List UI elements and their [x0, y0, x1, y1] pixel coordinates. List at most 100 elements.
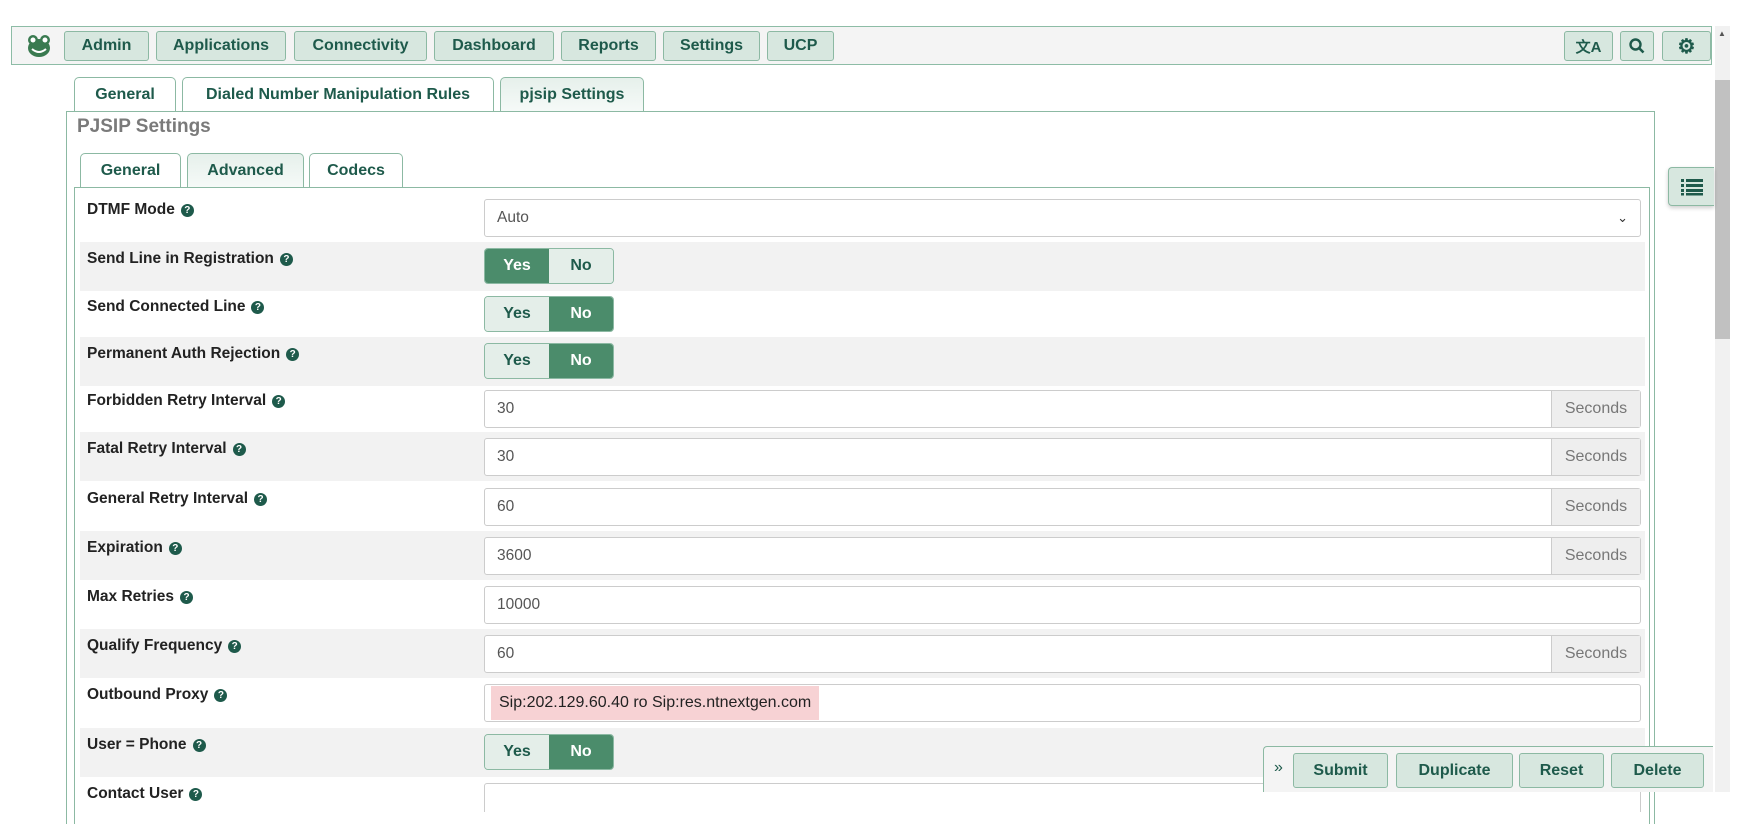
help-icon[interactable]: ?: [180, 204, 194, 217]
translate-button[interactable]: 文A: [1564, 31, 1613, 61]
label-text: Send Line in Registration: [87, 250, 274, 267]
scrollbar[interactable]: ▲: [1715, 26, 1730, 792]
label-text: Fatal Retry Interval: [87, 440, 227, 457]
frog-logo-icon[interactable]: [26, 33, 52, 59]
input-value: 60: [497, 645, 515, 662]
input-value: 10000: [497, 596, 541, 613]
unit-addon: Seconds: [1551, 538, 1640, 574]
no-option[interactable]: No: [549, 344, 613, 378]
row-general-retry: General Retry Interval? 60 Seconds: [80, 482, 1645, 531]
help-icon[interactable]: ?: [279, 253, 293, 266]
input-value: 30: [497, 400, 515, 417]
nav-ucp[interactable]: UCP: [767, 31, 834, 61]
label-text: Qualify Frequency: [87, 637, 223, 654]
settings-button[interactable]: ⚙: [1662, 31, 1711, 61]
label: Permanent Auth Rejection?: [87, 345, 300, 363]
no-option[interactable]: No: [549, 297, 613, 331]
row-expiration: Expiration? 3600 Seconds: [80, 531, 1645, 580]
user-phone-toggle: Yes No: [484, 734, 614, 770]
tab-dialed-number-manipulation-rules[interactable]: Dialed Number Manipulation Rules: [182, 77, 494, 111]
send-line-toggle: Yes No: [484, 248, 614, 284]
nav-admin[interactable]: Admin: [64, 31, 149, 61]
nav-reports[interactable]: Reports: [561, 31, 656, 61]
row-qualify-frequency: Qualify Frequency? 60 Seconds: [80, 629, 1645, 678]
max-retries-input[interactable]: 10000: [484, 586, 1641, 624]
subtab-codecs[interactable]: Codecs: [309, 153, 403, 187]
input-value: 60: [497, 498, 515, 515]
label: Send Line in Registration?: [87, 250, 293, 268]
row-fatal-retry: Fatal Retry Interval? 30 Seconds: [80, 432, 1645, 481]
label-text: Forbidden Retry Interval: [87, 392, 267, 409]
nav-dashboard[interactable]: Dashboard: [434, 31, 554, 61]
nav-settings[interactable]: Settings: [663, 31, 760, 61]
row-outbound-proxy: Outbound Proxy? Sip:202.129.60.40 ro Sip…: [80, 678, 1645, 727]
reset-button[interactable]: Reset: [1519, 753, 1604, 788]
label: Send Connected Line?: [87, 298, 265, 316]
scrollbar-thumb[interactable]: [1715, 80, 1730, 339]
search-icon: [1629, 38, 1645, 54]
unit-addon: Seconds: [1551, 391, 1640, 427]
help-icon[interactable]: ?: [228, 640, 242, 653]
nav-connectivity[interactable]: Connectivity: [294, 31, 427, 61]
submit-button[interactable]: Submit: [1293, 753, 1388, 788]
expiration-input[interactable]: 3600 Seconds: [484, 537, 1641, 575]
label-text: Send Connected Line: [87, 298, 246, 315]
no-option[interactable]: No: [549, 249, 613, 283]
no-option[interactable]: No: [549, 735, 613, 769]
help-icon[interactable]: ?: [214, 689, 228, 702]
label: Forbidden Retry Interval?: [87, 392, 286, 410]
permanent-auth-toggle: Yes No: [484, 343, 614, 379]
scroll-up-arrow-icon[interactable]: ▲: [1718, 29, 1726, 38]
translate-icon: 文A: [1575, 38, 1602, 56]
label-text: Expiration: [87, 539, 163, 556]
collapse-action-bar-icon[interactable]: »: [1274, 759, 1283, 777]
yes-option[interactable]: Yes: [485, 344, 549, 378]
yes-option[interactable]: Yes: [485, 297, 549, 331]
help-icon[interactable]: ?: [232, 443, 246, 456]
row-forbidden-retry: Forbidden Retry Interval? 30 Seconds: [80, 384, 1645, 433]
subtab-advanced[interactable]: Advanced: [187, 153, 304, 188]
row-dtmf-mode: DTMF Mode? Auto ⌄: [80, 193, 1645, 242]
search-button[interactable]: [1620, 31, 1654, 61]
label: General Retry Interval?: [87, 490, 268, 508]
label: Expiration?: [87, 539, 182, 557]
send-connected-toggle: Yes No: [484, 296, 614, 332]
delete-button[interactable]: Delete: [1611, 753, 1704, 788]
help-icon[interactable]: ?: [189, 788, 203, 801]
yes-option[interactable]: Yes: [485, 249, 549, 283]
general-retry-input[interactable]: 60 Seconds: [484, 488, 1641, 526]
page-list-button[interactable]: [1668, 167, 1714, 206]
outbound-proxy-input[interactable]: Sip:202.129.60.40 ro Sip:res.ntnextgen.c…: [484, 684, 1641, 722]
help-icon[interactable]: ?: [286, 348, 300, 361]
yes-option[interactable]: Yes: [485, 735, 549, 769]
fatal-retry-input[interactable]: 30 Seconds: [484, 438, 1641, 476]
help-icon[interactable]: ?: [180, 591, 194, 604]
forbidden-retry-input[interactable]: 30 Seconds: [484, 390, 1641, 428]
gear-icon: ⚙: [1677, 35, 1696, 58]
input-value: 3600: [497, 547, 532, 564]
label: User = Phone?: [87, 736, 206, 754]
qualify-frequency-input[interactable]: 60 Seconds: [484, 635, 1641, 673]
row-permanent-auth: Permanent Auth Rejection? Yes No: [80, 337, 1645, 386]
row-send-line: Send Line in Registration? Yes No: [80, 242, 1645, 291]
tab-general[interactable]: General: [74, 77, 176, 111]
help-icon[interactable]: ?: [272, 395, 286, 408]
unit-addon: Seconds: [1551, 636, 1640, 672]
subtab-general[interactable]: General: [80, 153, 181, 187]
help-icon[interactable]: ?: [251, 301, 265, 314]
duplicate-button[interactable]: Duplicate: [1396, 753, 1513, 788]
top-navbar: Admin Applications Connectivity Dashboar…: [11, 26, 1712, 65]
label: Qualify Frequency?: [87, 637, 242, 655]
dtmf-mode-select[interactable]: Auto ⌄: [484, 199, 1641, 237]
row-send-connected: Send Connected Line? Yes No: [80, 290, 1645, 339]
help-icon[interactable]: ?: [254, 493, 268, 506]
nav-applications[interactable]: Applications: [156, 31, 286, 61]
label: Fatal Retry Interval?: [87, 440, 246, 458]
label: Max Retries?: [87, 588, 194, 606]
help-icon[interactable]: ?: [168, 542, 182, 555]
select-value: Auto: [497, 209, 529, 226]
tab-pjsip-settings[interactable]: pjsip Settings: [500, 77, 644, 112]
label: DTMF Mode?: [87, 201, 194, 219]
help-icon[interactable]: ?: [192, 739, 206, 752]
unit-addon: Seconds: [1551, 489, 1640, 525]
